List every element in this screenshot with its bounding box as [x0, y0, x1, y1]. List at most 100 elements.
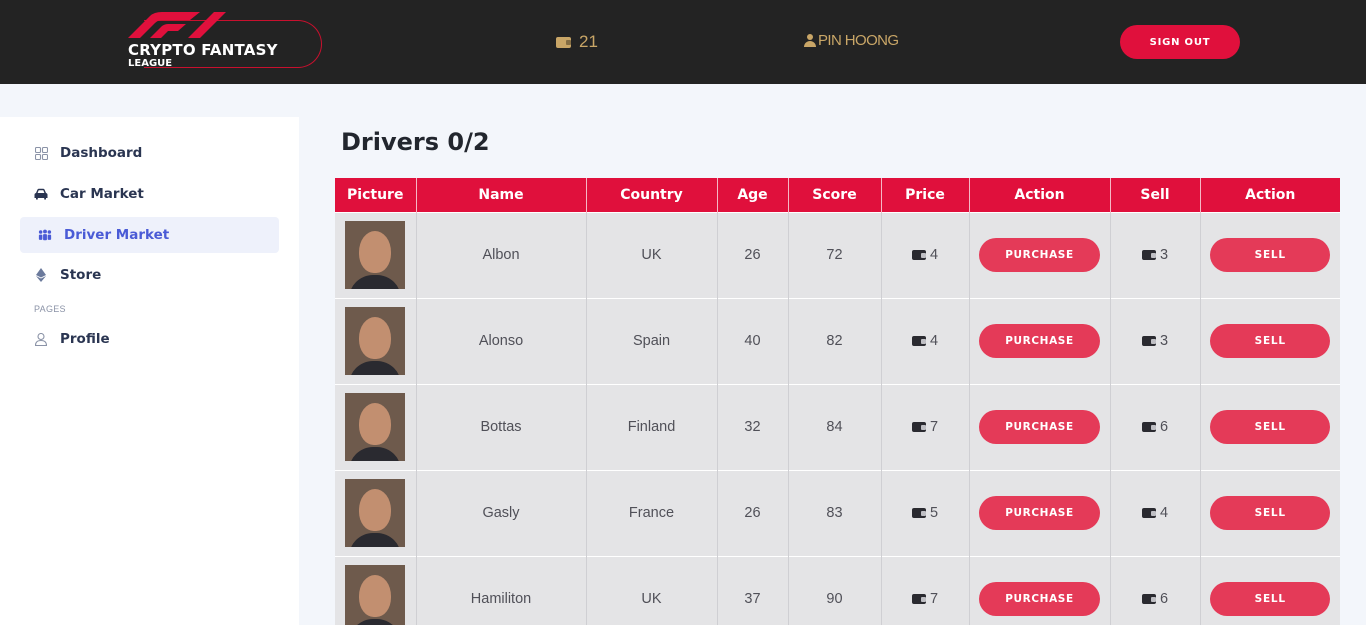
sidebar-item-label: Dashboard — [60, 145, 143, 161]
user-info[interactable]: PIN HOONG — [804, 32, 899, 49]
driver-sell-price: 4 — [1141, 504, 1169, 521]
driver-country: UK — [586, 211, 718, 298]
table-row: Alonso Spain 40 82 4 PURCHASE 3 SELL — [335, 297, 1340, 384]
driver-sell-price: 6 — [1141, 418, 1169, 435]
app-logo[interactable]: CRYPTO FANTASY LEAGUE — [124, 12, 322, 70]
sell-button[interactable]: SELL — [1210, 582, 1331, 617]
sell-value: 6 — [1159, 590, 1169, 607]
brand-title: CRYPTO FANTASY — [128, 41, 278, 59]
column-header-sell: Sell — [1110, 178, 1201, 212]
drivers-table: Picture Name Country Age Score Price Act… — [335, 178, 1340, 625]
user-icon — [804, 34, 816, 47]
driver-sell-price: 3 — [1141, 332, 1169, 349]
sell-value: 6 — [1159, 418, 1169, 435]
grid-icon — [34, 146, 48, 160]
wallet-icon — [1141, 421, 1156, 432]
purchase-button[interactable]: PURCHASE — [979, 324, 1100, 358]
top-bar: CRYPTO FANTASY LEAGUE 21 PIN HOONG SIGN … — [0, 0, 1366, 84]
table-row: Albon UK 26 72 4 PURCHASE 3 SELL — [335, 211, 1340, 298]
price-value: 4 — [929, 332, 939, 349]
driver-name: Bottas — [416, 383, 587, 470]
table-header-row: Picture Name Country Age Score Price Act… — [335, 178, 1340, 212]
driver-photo — [345, 479, 406, 547]
driver-country: Finland — [586, 383, 718, 470]
wallet-icon — [1141, 593, 1156, 604]
sidebar-item-driver-market[interactable]: Driver Market — [20, 217, 279, 253]
driver-country: Spain — [586, 297, 718, 384]
brand-subtitle: LEAGUE — [128, 58, 173, 69]
price-value: 4 — [929, 246, 939, 263]
purchase-button[interactable]: PURCHASE — [979, 496, 1100, 530]
driver-photo — [345, 393, 406, 461]
column-header-action: Action — [969, 178, 1111, 212]
column-header-country: Country — [586, 178, 718, 212]
sidebar-section-label: PAGES — [34, 304, 66, 314]
price-value: 7 — [929, 590, 939, 607]
car-icon — [34, 187, 48, 201]
driver-price: 7 — [911, 419, 938, 435]
sell-value: 3 — [1159, 246, 1169, 263]
drivers-table-container: Picture Name Country Age Score Price Act… — [335, 178, 1340, 625]
sidebar-item-dashboard[interactable]: Dashboard — [20, 135, 279, 171]
username: PIN HOONG — [818, 32, 899, 49]
driver-score: 90 — [788, 555, 882, 625]
sell-button[interactable]: SELL — [1210, 496, 1331, 530]
driver-name: Gasly — [416, 469, 587, 556]
column-header-price: Price — [881, 178, 970, 212]
wallet-icon — [911, 421, 926, 432]
wallet-icon — [911, 335, 926, 346]
column-header-name: Name — [416, 178, 587, 212]
driver-age: 37 — [717, 555, 789, 625]
table-row: Bottas Finland 32 84 7 PURCHASE 6 SELL — [335, 383, 1340, 470]
driver-name: Hamiliton — [416, 555, 587, 625]
sell-button[interactable]: SELL — [1210, 324, 1331, 358]
sell-value: 4 — [1159, 504, 1169, 521]
driver-price: 4 — [911, 246, 939, 263]
driver-age: 26 — [717, 211, 789, 298]
f1-logo-icon — [128, 12, 226, 38]
column-header-age: Age — [717, 178, 789, 212]
sidebar-item-label: Store — [60, 267, 102, 283]
column-header-picture: Picture — [335, 178, 417, 212]
driver-score: 84 — [788, 383, 882, 470]
driver-sell-price: 6 — [1141, 590, 1169, 607]
wallet-icon — [1141, 335, 1156, 346]
driver-age: 26 — [717, 469, 789, 556]
driver-age: 40 — [717, 297, 789, 384]
table-row: Hamiliton UK 37 90 7 PURCHASE 6 SELL — [335, 555, 1340, 625]
driver-score: 72 — [788, 211, 882, 298]
sidebar-item-car-market[interactable]: Car Market — [20, 176, 279, 212]
driver-name: Alonso — [416, 297, 587, 384]
driver-age: 32 — [717, 383, 789, 470]
driver-score: 82 — [788, 297, 882, 384]
driver-photo — [345, 565, 406, 625]
sidebar-item-store[interactable]: Store — [20, 257, 279, 293]
wallet-icon — [1141, 249, 1156, 260]
sell-button[interactable]: SELL — [1210, 238, 1331, 272]
purchase-button[interactable]: PURCHASE — [979, 238, 1100, 272]
sign-out-button[interactable]: SIGN OUT — [1120, 25, 1240, 59]
sell-button[interactable]: SELL — [1210, 410, 1331, 444]
sidebar-item-profile[interactable]: Profile — [20, 321, 279, 357]
purchase-button[interactable]: PURCHASE — [979, 582, 1100, 617]
page-title: Drivers 0/2 — [341, 128, 490, 156]
driver-price: 7 — [911, 590, 939, 607]
users-icon — [38, 228, 52, 242]
wallet-icon — [911, 507, 926, 518]
wallet-icon — [911, 249, 926, 260]
driver-name: Albon — [416, 211, 587, 298]
wallet-icon — [1141, 507, 1156, 518]
purchase-button[interactable]: PURCHASE — [979, 410, 1100, 444]
column-header-score: Score — [788, 178, 882, 212]
sidebar: Dashboard Car Market Driver Market Store… — [0, 117, 299, 625]
ethereum-icon — [34, 268, 48, 282]
driver-photo — [345, 307, 406, 375]
coin-balance-value: 21 — [579, 32, 598, 51]
driver-photo — [345, 221, 406, 289]
driver-price: 4 — [911, 332, 939, 349]
user-icon — [34, 332, 48, 346]
column-header-action-sell: Action — [1200, 178, 1340, 212]
wallet-icon — [911, 593, 926, 604]
sell-value: 3 — [1159, 332, 1169, 349]
table-row: Gasly France 26 83 5 PURCHASE 4 SELL — [335, 469, 1340, 556]
